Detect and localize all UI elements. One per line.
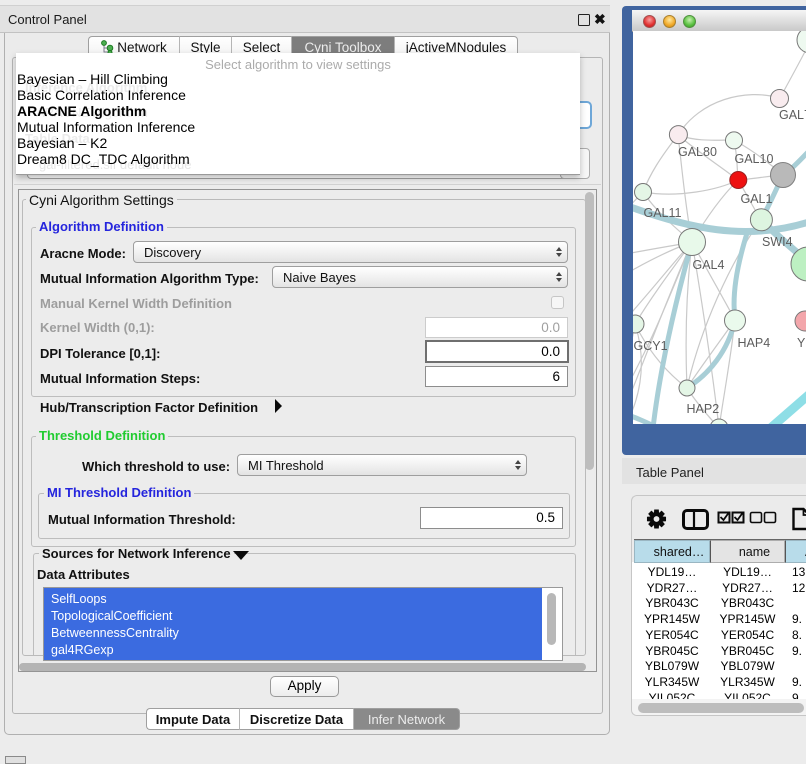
svg-text:GAL4: GAL4	[693, 258, 725, 272]
svg-text:GAL11: GAL11	[644, 206, 682, 220]
svg-text:GAL7: GAL7	[779, 108, 806, 122]
svg-text:SWI4: SWI4	[762, 235, 793, 249]
svg-text:GAL10: GAL10	[735, 152, 774, 166]
svg-text:GAL80: GAL80	[678, 145, 717, 159]
svg-text:GAL1: GAL1	[741, 192, 773, 206]
svg-text:GCY1: GCY1	[634, 339, 668, 353]
svg-text:HAP4: HAP4	[738, 336, 771, 350]
svg-text:HAP2: HAP2	[687, 402, 720, 416]
svg-text:Y: Y	[797, 336, 806, 350]
